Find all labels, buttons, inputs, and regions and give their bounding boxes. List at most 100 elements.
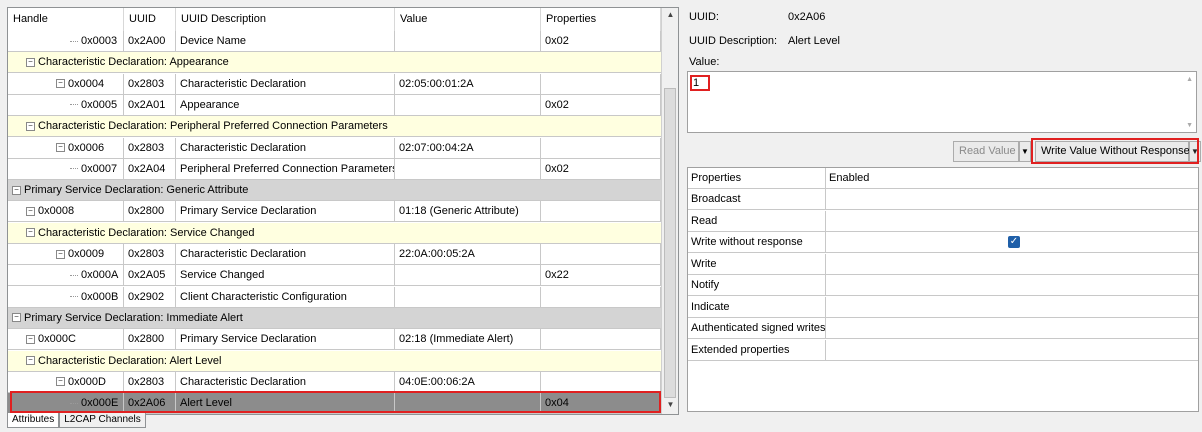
table-row[interactable]: 0x000E 0x2A06 Alert Level 0x04 (8, 393, 661, 414)
tree-line (70, 296, 78, 298)
write-button-highlight (1031, 138, 1199, 164)
property-name: Authenticated signed writes (688, 318, 826, 338)
cell-uuid-description: Device Name (176, 31, 395, 51)
cell-value (395, 393, 541, 414)
value-text[interactable]: 1 (690, 75, 710, 91)
collapse-icon[interactable]: − (26, 121, 35, 131)
handle-text: 0x0007 (81, 162, 118, 175)
collapse-icon[interactable]: − (26, 356, 35, 366)
column-header-uuid[interactable]: UUID (124, 8, 176, 31)
characteristic-group-row[interactable]: − Characteristic Declaration: Peripheral … (8, 116, 661, 138)
table-row[interactable]: 0x0005 0x2A01 Appearance 0x02 (8, 94, 661, 116)
table-row[interactable]: −0x0009 0x2803 Characteristic Declaration 2… (8, 244, 661, 265)
read-value-button[interactable]: Read Value (953, 141, 1019, 162)
splitter[interactable] (679, 0, 682, 432)
cell-uuid: 0x2803 (124, 73, 176, 94)
tab-l2cap-channels[interactable]: L2CAP Channels (59, 413, 146, 428)
cell-properties (541, 329, 661, 350)
scroll-up-icon[interactable]: ▲ (662, 10, 678, 19)
handle-text: 0x0008 (38, 205, 75, 218)
table-row[interactable]: −0x0004 0x2803 Characteristic Declaration 0… (8, 73, 661, 95)
handle-text: 0x0006 (68, 141, 105, 154)
cell-value: 02:07:00:04:2A (395, 137, 541, 158)
cell-properties: 0x22 (541, 265, 661, 286)
column-header-properties[interactable]: Properties (541, 8, 661, 31)
property-enabled-cell (826, 211, 1198, 231)
cell-value (395, 265, 541, 286)
handle-text: 0x000E (81, 397, 119, 410)
cell-uuid: 0x2800 (124, 329, 176, 350)
service-group-row[interactable]: − Primary Service Declaration: Immediate … (8, 307, 661, 329)
cell-uuid-description: Characteristic Declaration (176, 137, 395, 158)
tree-line (70, 402, 78, 404)
collapse-icon[interactable]: − (26, 334, 35, 344)
checkmark-icon[interactable]: ✓ (1008, 236, 1020, 248)
cell-handle: 0x0003 (8, 31, 124, 51)
value-scroll-up-icon[interactable]: ▲ (1186, 76, 1193, 83)
property-row: Broadcast (688, 189, 1198, 210)
property-name: Extended properties (688, 339, 826, 360)
cell-properties: 0x02 (541, 31, 661, 51)
table-row[interactable]: −0x0008 0x2800 Primary Service Declaration… (8, 201, 661, 223)
scroll-down-icon[interactable]: ▼ (662, 400, 678, 409)
cell-uuid-description: Primary Service Declaration (176, 201, 395, 222)
vertical-scrollbar[interactable]: ▲ ▼ (661, 8, 678, 414)
table-row[interactable]: 0x0007 0x2A04 Peripheral Preferred Connect… (8, 158, 661, 180)
tab-attributes[interactable]: Attributes (7, 413, 60, 428)
value-input[interactable]: 1 ▲ ▼ (687, 71, 1197, 133)
cell-uuid: 0x2902 (124, 286, 176, 307)
table-row[interactable]: −0x0006 0x2803 Characteristic Declaration 0… (8, 137, 661, 159)
characteristic-group-row[interactable]: − Characteristic Declaration: Appearance (8, 52, 661, 74)
collapse-icon[interactable]: − (56, 79, 65, 89)
cell-properties (541, 286, 661, 307)
cell-properties (541, 371, 661, 392)
cell-handle: −0x0004 (8, 73, 124, 94)
handle-text: 0x000D (68, 375, 106, 388)
properties-column-header: Properties (688, 168, 826, 188)
tree-line (70, 104, 78, 106)
characteristic-group-row[interactable]: − Characteristic Declaration: Alert Level (8, 350, 661, 372)
table-row[interactable]: −0x000D 0x2803 Characteristic Declaration 0… (8, 371, 661, 393)
collapse-icon[interactable]: − (56, 249, 65, 259)
collapse-icon[interactable]: − (12, 313, 21, 323)
table-row[interactable]: 0x0003 0x2A00 Device Name 0x02 (8, 31, 661, 52)
handle-text: 0x000C (38, 333, 76, 346)
property-row: Authenticated signed writes (688, 318, 1198, 339)
column-header-uuid-description[interactable]: UUID Description (176, 8, 395, 31)
collapse-icon[interactable]: − (26, 206, 35, 216)
collapse-icon[interactable]: − (56, 143, 65, 153)
group-label-text: Characteristic Declaration: Peripheral P… (38, 120, 388, 133)
value-scroll-down-icon[interactable]: ▼ (1186, 122, 1193, 129)
scrollbar-thumb[interactable] (664, 88, 676, 398)
cell-value: 01:18 (Generic Attribute) (395, 201, 541, 222)
characteristic-group-row[interactable]: − Characteristic Declaration: Service Cha… (8, 222, 661, 244)
column-header-value[interactable]: Value (395, 8, 541, 31)
table-row[interactable]: −0x000C 0x2800 Primary Service Declaration… (8, 329, 661, 351)
group-label: − Primary Service Declaration: Generic At… (12, 180, 248, 200)
property-name: Write without response (688, 232, 826, 252)
service-group-row[interactable]: − Primary Service Declaration: Generic At… (8, 180, 661, 202)
table-row[interactable]: 0x000B 0x2902 Client Characteristic Config… (8, 286, 661, 308)
read-value-dropdown-icon[interactable]: ▼ (1019, 141, 1031, 162)
handle-text: 0x0009 (68, 248, 105, 260)
collapse-icon[interactable]: − (26, 57, 35, 67)
collapse-icon[interactable]: − (12, 185, 21, 195)
cell-value (395, 94, 541, 115)
property-name: Notify (688, 275, 826, 295)
cell-uuid-description: Characteristic Declaration (176, 244, 395, 264)
cell-uuid-description: Alert Level (176, 393, 395, 414)
group-label-text: Characteristic Declaration: Appearance (38, 56, 229, 69)
table-row[interactable]: 0x000A 0x2A05 Service Changed 0x22 (8, 265, 661, 287)
collapse-icon[interactable]: − (26, 228, 35, 238)
property-row: Notify (688, 275, 1198, 296)
collapse-icon[interactable]: − (56, 377, 65, 387)
column-header-handle[interactable]: Handle (8, 8, 124, 31)
group-label-text: Primary Service Declaration: Generic Att… (24, 184, 249, 197)
cell-handle: −0x000C (8, 329, 124, 350)
cell-properties: 0x02 (541, 94, 661, 115)
table-header: Handle UUID UUID Description Value Prope… (8, 8, 661, 32)
property-enabled-cell (826, 189, 1198, 209)
property-row: Indicate (688, 296, 1198, 318)
property-row: Extended properties (688, 339, 1198, 361)
attribute-table[interactable]: Handle UUID UUID Description Value Prope… (7, 7, 679, 415)
